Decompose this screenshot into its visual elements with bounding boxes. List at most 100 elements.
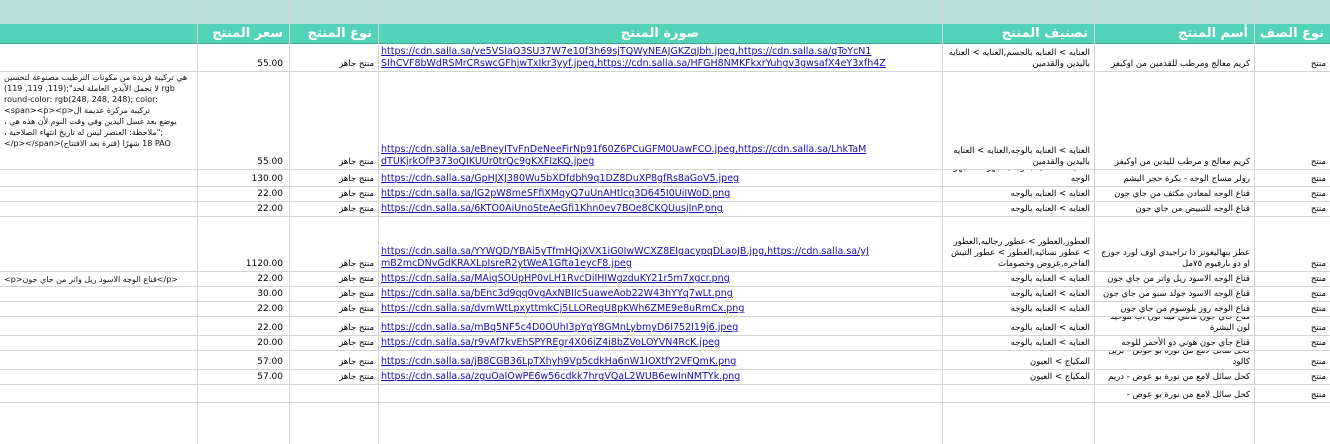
cell-category[interactable] — [942, 385, 1094, 402]
cell-price[interactable] — [197, 385, 289, 402]
table-row[interactable]: منتج قناع الوجه لمعادن مكثف من جاي جون الع… — [0, 187, 1330, 202]
cell-product-name[interactable]: قناع جاي جون هوني دو الأحمر للوجه — [1094, 336, 1254, 350]
cell-description[interactable] — [0, 170, 197, 186]
cell-price[interactable]: 22.00 — [197, 302, 289, 316]
cell-product-name[interactable]: كحل سائل لامع من نورة بو عوض - دريم — [1094, 370, 1254, 384]
cell-category[interactable]: العنايه > العنايه بالوجه — [942, 317, 1094, 335]
cell-price[interactable]: 22.00 — [197, 187, 289, 201]
cell-category[interactable]: العطور,العطور > عطور رجاليه,العطور > عطو… — [942, 217, 1094, 271]
header-image[interactable]: صورة المنتج — [378, 24, 942, 43]
cell-product-type[interactable]: منتج جاهز — [289, 370, 378, 384]
header-product-name[interactable]: أسم المنتج — [1094, 24, 1254, 43]
cell-category[interactable]: العنايه > العنايه بالوجه — [942, 336, 1094, 350]
table-row[interactable]: منتج رولر مساج الوجه - بكرة حجر اليشم العن… — [0, 170, 1330, 187]
header-product-type[interactable]: نوع المنتج — [289, 24, 378, 43]
cell-image-urls[interactable]: https://cdn.salla.sa/jB8CGB36LpTXhyh9Vp5… — [378, 351, 942, 369]
cell-image-urls[interactable]: https://cdn.salla.sa/mBq5NF5c4D0OUhI3pYq… — [378, 317, 942, 335]
cell-product-type[interactable]: منتج جاهز — [289, 44, 378, 71]
cell-category[interactable]: العنايه > العنايه بالوجه,العنايه > العنا… — [942, 72, 1094, 169]
cell-image-urls[interactable]: https://cdn.salla.sa/bEnc3d9qq0vgAxNBIIc… — [378, 287, 942, 301]
cell-price[interactable]: 57.00 — [197, 370, 289, 384]
cell-image-urls[interactable]: https://cdn.salla.sa/eBneyITvFnDeNeeFirN… — [378, 72, 942, 169]
cell-category[interactable]: العنايه > العنايه بالوجه — [942, 272, 1094, 286]
table-row[interactable]: منتج كريم معالج ومرطب للقدمين من اوكيفز ال… — [0, 44, 1330, 72]
cell-product-name[interactable]: قناع الوجه للتبييض من جاي جون — [1094, 202, 1254, 216]
header-price[interactable]: سعر المنتج — [197, 24, 289, 43]
cell-product-type[interactable]: منتج جاهز — [289, 317, 378, 335]
cell-image-urls[interactable]: https://cdn.salla.sa/GpHJXJ380Wu5bXDfdbh… — [378, 170, 942, 186]
cell-price[interactable]: 22.00 — [197, 317, 289, 335]
image-url-link[interactable]: https://cdn.salla.sa/zguOaIOwPE6w56cdkk7… — [381, 371, 942, 383]
table-row[interactable]: منتج قناع الوجه الاسود جولد سنو من جاي جو… — [0, 287, 1330, 302]
cell-category[interactable]: العنايه > العنايه بالوجه — [942, 302, 1094, 316]
cell-row-type[interactable]: منتج — [1254, 287, 1330, 301]
cell-price[interactable]: 1120.00 — [197, 217, 289, 271]
cell-row-type[interactable]: منتج — [1254, 217, 1330, 271]
cell-row-type[interactable]: منتج — [1254, 170, 1330, 186]
cell-category[interactable]: العنايه > العنايه بالوجه — [942, 202, 1094, 216]
image-url-link[interactable]: https://cdn.salla.sa/r9vAf7kvEhSPYREgr4X… — [381, 337, 942, 349]
cell-price[interactable]: 22.00 — [197, 202, 289, 216]
cell-price[interactable]: 22.00 — [197, 272, 289, 286]
image-url-link[interactable]: SIhCVF8bWdRSMrCRswcGFhjwTxIkr3yyf.jpeg,h… — [381, 58, 942, 70]
cell-row-type[interactable]: منتج — [1254, 385, 1330, 402]
table-row[interactable]: منتج كريم معالج و مرطب لليدين من اوكيفز ال… — [0, 72, 1330, 170]
cell-description[interactable] — [0, 202, 197, 216]
cell-product-name[interactable]: كريم معالج و مرطب لليدين من اوكيفز — [1094, 72, 1254, 169]
cell-description[interactable]: <p>قناع الوجه الاسود ريل واتر من جاي جون… — [0, 272, 197, 286]
cell-product-type[interactable]: منتج جاهز — [289, 217, 378, 271]
cell-price[interactable]: 20.00 — [197, 336, 289, 350]
cell-price[interactable]: 30.00 — [197, 287, 289, 301]
image-url-link[interactable]: https://cdn.salla.sa/YYWQD/YBAi5yTfmHQjX… — [381, 246, 942, 258]
cell-category[interactable]: العنايه > العنايه بالجسم,العنايه > العنا… — [942, 44, 1094, 71]
table-row[interactable]: منتج قناع جاي جون هوني دو الأحمر للوجه الع… — [0, 336, 1330, 351]
image-url-link[interactable]: mB2mcDNvGdKRAXLpIsreR2ytWeA1Gfta1eycF8.j… — [381, 258, 942, 270]
cell-description[interactable] — [0, 287, 197, 301]
cell-product-type[interactable]: منتج جاهز — [289, 272, 378, 286]
cell-product-name[interactable]: رولر مساج الوجه - بكرة حجر اليشم — [1094, 170, 1254, 186]
cell-image-urls[interactable]: https://cdn.salla.sa/r9vAf7kvEhSPYREgr4X… — [378, 336, 942, 350]
cell-product-name[interactable]: قناع جاي جون مالتي فيتا تون اب لتوحيد لو… — [1094, 317, 1254, 335]
cell-description[interactable] — [0, 370, 197, 384]
cell-category[interactable]: العنايه > العنايه بالوجه,الاجهزة > اجهزة… — [942, 170, 1094, 186]
cell-product-type[interactable]: منتج جاهز — [289, 302, 378, 316]
cell-product-type[interactable]: منتج جاهز — [289, 187, 378, 201]
cell-image-urls[interactable]: https://cdn.salla.sa/MAiqSOUpHP0vLH1RvcD… — [378, 272, 942, 286]
table-row[interactable]: منتج قناع الوجه روز بلوسوم من جاي جون العن… — [0, 302, 1330, 317]
cell-product-type[interactable]: منتج جاهز — [289, 336, 378, 350]
cell-image-urls[interactable] — [378, 385, 942, 402]
image-url-link[interactable]: dTUKjrkOfP373oQIKUUr0trQc9gKXFIzKQ.jpeg — [381, 156, 942, 168]
cell-row-type[interactable]: منتج — [1254, 351, 1330, 369]
header-row-type[interactable]: نوع الصف — [1254, 24, 1330, 43]
cell-image-urls[interactable]: https://cdn.salla.sa/6KTO0AiUnoSteAeGfi1… — [378, 202, 942, 216]
cell-category[interactable]: المكياج > العيون — [942, 370, 1094, 384]
cell-description[interactable] — [0, 187, 197, 201]
cell-description[interactable] — [0, 336, 197, 350]
cell-price[interactable]: 55.00 — [197, 44, 289, 71]
table-row[interactable]: منتج كحل سائل لامع من نورة بو عوض - دريم ا… — [0, 370, 1330, 385]
cell-product-name[interactable]: قناع الوجه روز بلوسوم من جاي جون — [1094, 302, 1254, 316]
cell-row-type[interactable]: منتج — [1254, 317, 1330, 335]
cell-description[interactable] — [0, 317, 197, 335]
image-url-link[interactable]: https://cdn.salla.sa/lG2pW8meSFfiXMqyQ7u… — [381, 188, 942, 200]
cell-row-type[interactable]: منتج — [1254, 272, 1330, 286]
cell-row-type[interactable]: منتج — [1254, 72, 1330, 169]
cell-row-type[interactable]: منتج — [1254, 44, 1330, 71]
cell-category[interactable]: العنايه > العنايه بالوجه — [942, 287, 1094, 301]
table-row[interactable]: منتج عطر بنهاليغونز ذا تراجيدي اوف لورد ج… — [0, 217, 1330, 272]
cell-product-name[interactable]: كحل سائل لامع من نورة بو عوض - — [1094, 385, 1254, 402]
cell-description[interactable] — [0, 44, 197, 71]
cell-price[interactable]: 55.00 — [197, 72, 289, 169]
cell-product-type[interactable]: منتج جاهز — [289, 202, 378, 216]
cell-image-urls[interactable]: https://cdn.salla.sa/YYWQD/YBAi5yTfmHQjX… — [378, 217, 942, 271]
image-url-link[interactable]: https://cdn.salla.sa/GpHJXJ380Wu5bXDfdbh… — [381, 173, 942, 185]
image-url-link[interactable]: https://cdn.salla.sa/eBneyITvFnDeNeeFirN… — [381, 144, 942, 156]
cell-description[interactable] — [0, 217, 197, 271]
table-row[interactable]: منتج كحل سائل لامع من نورة بو عوض - — [0, 385, 1330, 403]
cell-description[interactable] — [0, 385, 197, 402]
cell-row-type[interactable]: منتج — [1254, 370, 1330, 384]
header-category[interactable]: تصنيف المنتج — [942, 24, 1094, 43]
cell-image-urls[interactable]: https://cdn.salla.sa/ve5VSIaO3SU37W7e10f… — [378, 44, 942, 71]
cell-row-type[interactable]: منتج — [1254, 302, 1330, 316]
cell-category[interactable]: العنايه > العنايه بالوجه — [942, 187, 1094, 201]
